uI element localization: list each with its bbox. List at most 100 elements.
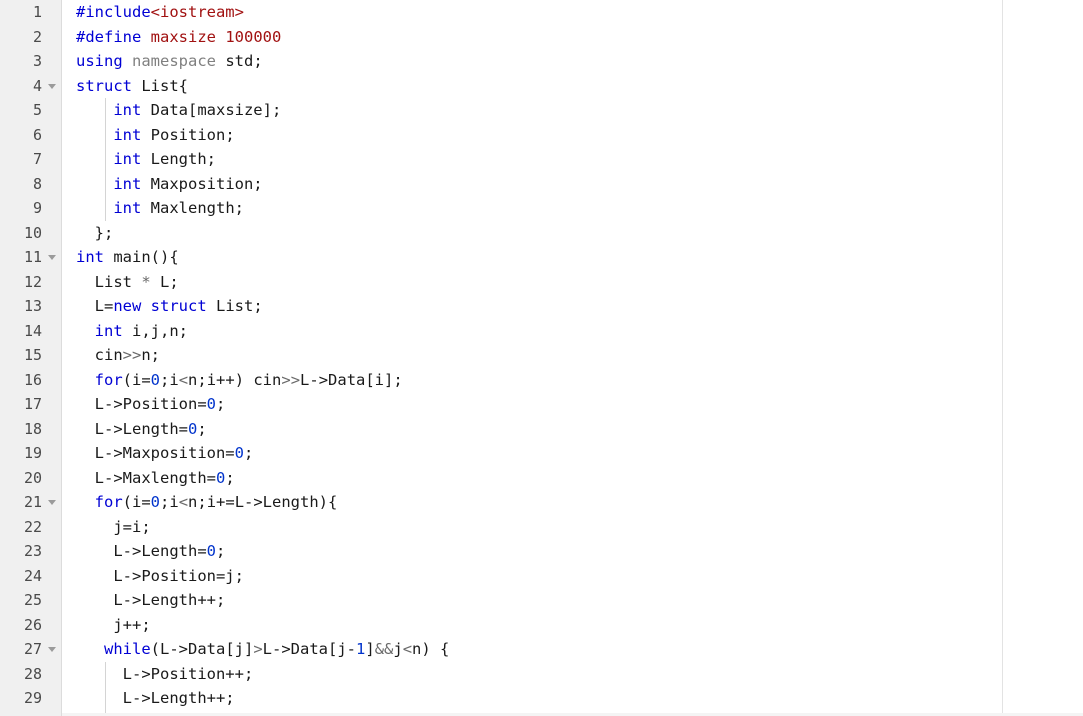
code-token-kw: int <box>94 321 123 340</box>
code-line[interactable]: L->Position=0; <box>62 392 226 417</box>
code-line[interactable]: cin>>n; <box>62 343 160 368</box>
code-token-kw: int <box>113 125 142 144</box>
gutter-row[interactable]: 11 <box>0 245 61 270</box>
gutter-row[interactable]: 21 <box>0 490 61 515</box>
line-number: 14 <box>23 321 42 340</box>
gutter-row[interactable]: 13 <box>0 294 61 319</box>
gutter-row[interactable]: 17 <box>0 392 61 417</box>
code-line[interactable]: L->Maxlength=0; <box>62 466 235 491</box>
gutter-row[interactable]: 27 <box>0 637 61 662</box>
code-token-plain: List; <box>206 297 263 315</box>
chevron-down-icon[interactable] <box>48 255 56 260</box>
chevron-down-icon[interactable] <box>48 83 56 89</box>
gutter-row[interactable]: 10 <box>0 221 61 246</box>
gutter-row[interactable]: 23 <box>0 539 61 564</box>
gutter-row[interactable]: 3 <box>0 49 61 74</box>
code-line[interactable]: j++; <box>62 613 150 638</box>
gutter-row[interactable]: 29 <box>0 686 61 711</box>
code-line[interactable]: #include<iostream> <box>62 0 244 25</box>
gutter-row[interactable]: 20 <box>0 466 61 491</box>
line-number: 18 <box>23 419 42 438</box>
code-token-op: >> <box>122 346 142 364</box>
code-token-num: 0 <box>215 468 226 487</box>
code-line[interactable]: int Maxlength; <box>62 196 244 221</box>
code-line[interactable]: int Position; <box>62 123 234 148</box>
code-line[interactable]: List * L; <box>62 270 179 295</box>
gutter-row[interactable]: 5 <box>0 98 61 123</box>
code-line[interactable]: int Length; <box>62 147 216 172</box>
code-line[interactable]: L->Length=0; <box>62 539 225 564</box>
gutter-row[interactable]: 14 <box>0 319 61 344</box>
code-token-plain: n) { <box>412 640 450 658</box>
gutter-row[interactable]: 18 <box>0 417 61 442</box>
code-token-plain: Maxlength; <box>141 199 244 217</box>
code-line[interactable]: L->Maxposition=0; <box>62 441 254 466</box>
line-number: 24 <box>23 566 42 585</box>
gutter-row[interactable]: 6 <box>0 123 61 148</box>
code-token-plain: n;i++) cin <box>188 370 282 389</box>
code-token-kw: struct <box>76 76 132 95</box>
code-line[interactable]: for(i=0;i<n;i++) cin>>L->Data[i]; <box>62 368 403 393</box>
gutter-row[interactable]: 15 <box>0 343 61 368</box>
code-line[interactable]: int Data[maxsize]; <box>62 98 281 123</box>
gutter-row[interactable]: 7 <box>0 147 61 172</box>
code-line[interactable]: }; <box>62 221 114 246</box>
gutter-row[interactable]: 4 <box>0 74 61 99</box>
code-token-kw: using <box>76 52 123 70</box>
gutter-row[interactable]: 12 <box>0 270 61 295</box>
gutter-row[interactable]: 25 <box>0 588 61 613</box>
gutter-row[interactable]: 1 <box>0 0 61 25</box>
gutter-row[interactable]: 19 <box>0 441 61 466</box>
code-line[interactable]: int Maxposition; <box>62 172 262 197</box>
code-line[interactable]: while(L->Data[j]>L->Data[j-1]&&j<n) { <box>62 637 449 662</box>
code-editor[interactable]: 1 2 3 4 5 6 7 8 9 10 11 12 13 14 15 16 17 18 19 20 21 22 23 24 2… <box>0 0 1083 716</box>
line-number: 11 <box>23 248 42 266</box>
gutter-row[interactable]: 24 <box>0 564 61 589</box>
code-token-op: < <box>402 640 413 658</box>
code-token-plain: L->Data[i]; <box>300 370 403 389</box>
chevron-down-icon[interactable] <box>48 500 56 505</box>
code-line[interactable]: #define maxsize 100000 <box>62 25 281 50</box>
line-number-gutter[interactable]: 1 2 3 4 5 6 7 8 9 10 11 12 13 14 15 16 17 18 19 20 21 22 23 24 2… <box>0 0 61 716</box>
line-number: 15 <box>23 346 42 364</box>
code-line[interactable]: int main(){ <box>62 245 179 270</box>
gutter-row[interactable]: 2 <box>0 25 61 50</box>
code-line[interactable]: L->Length=0; <box>62 417 207 442</box>
code-token-plain: j=i; <box>76 517 151 536</box>
code-token-plain: ; <box>197 419 207 438</box>
code-line[interactable]: L=new struct List; <box>62 294 263 319</box>
code-content-area[interactable]: #include<iostream> #define maxsize 100000… <box>62 0 1083 716</box>
code-line[interactable]: for(i=0;i<n;i+=L->Length){ <box>62 490 338 515</box>
code-token-plain: L->Position++; <box>76 664 254 683</box>
gutter-row[interactable]: 28 <box>0 662 61 687</box>
code-line[interactable]: L->Length++; <box>62 686 235 711</box>
code-line[interactable]: using namespace std; <box>62 49 263 74</box>
code-line[interactable]: struct List{ <box>62 74 188 99</box>
code-token-kw: for <box>94 493 123 511</box>
code-token-plain: ] <box>365 640 375 658</box>
code-line[interactable]: L->Length++; <box>62 588 225 613</box>
gutter-row[interactable]: 26 <box>0 613 61 638</box>
code-token-plain: (i= <box>122 493 151 511</box>
code-token-num: 0 <box>206 542 216 560</box>
gutter-row[interactable]: 9 <box>0 196 61 221</box>
indent-guide <box>105 98 106 221</box>
gutter-row[interactable]: 16 <box>0 368 61 393</box>
chevron-down-icon[interactable] <box>48 647 56 652</box>
line-number: 9 <box>32 199 42 217</box>
code-line[interactable]: L->Position=j; <box>62 564 244 589</box>
code-token-plain: i,j,n; <box>122 321 188 340</box>
gutter-row[interactable]: 8 <box>0 172 61 197</box>
code-line[interactable]: j=i; <box>62 515 151 540</box>
code-line[interactable]: L->Position++; <box>62 662 254 687</box>
line-number: 25 <box>23 591 42 609</box>
code-token-num: 1 <box>356 640 366 658</box>
gutter-row[interactable]: 22 <box>0 515 61 540</box>
code-line[interactable]: int i,j,n; <box>62 319 188 344</box>
